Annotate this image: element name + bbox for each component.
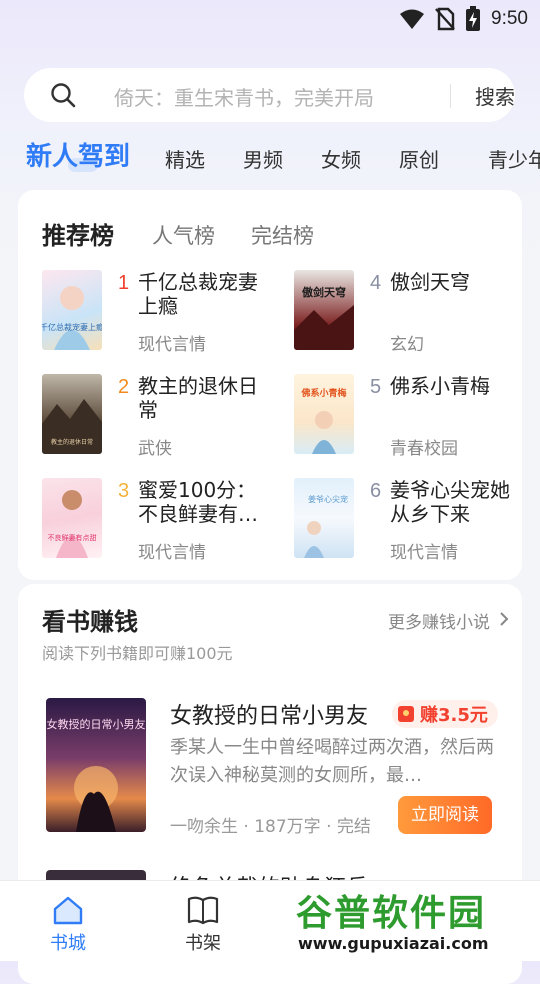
earn-title: 看书赚钱: [42, 608, 138, 636]
cover-title: 教主的退休日常: [51, 438, 93, 446]
book-title[interactable]: 千亿总裁宠妻上瘾: [138, 270, 274, 318]
ranking-book-item[interactable]: 傲剑天穹 4 傲剑天穹 玄幻: [294, 270, 534, 362]
featured-book-description: 季某人一生中曾经喝醉过两次酒，然后两次误入神秘莫测的女厕所，最…: [170, 737, 494, 786]
book-cover[interactable]: 教主的退休日常: [42, 374, 102, 454]
book-cover[interactable]: 姜爷心尖宠: [294, 478, 354, 558]
cover-title: 姜爷心尖宠: [308, 494, 348, 504]
nav-item-bookstore[interactable]: 书城: [28, 895, 108, 955]
book-cover[interactable]: 不良鲜妻有点甜: [42, 478, 102, 558]
book-genre: 武侠: [138, 439, 172, 459]
ranking-book-item[interactable]: 姜爷心尖宠 6 姜爷心尖宠她从乡下来 现代言情: [294, 478, 534, 570]
watermark: 谷普软件园 www.gupuxiazai.com: [296, 884, 540, 960]
book-title[interactable]: 佛系小青梅: [390, 374, 526, 398]
book-genre: 青春校园: [390, 439, 458, 459]
ranking-book-item[interactable]: 千亿总裁宠妻上瘾 1 千亿总裁宠妻上瘾 现代言情: [42, 270, 282, 362]
cover-art: 傲剑天穹: [294, 285, 354, 350]
status-bar: 9:50: [0, 0, 540, 36]
search-divider: [450, 84, 451, 108]
book-cover[interactable]: 千亿总裁宠妻上瘾: [42, 270, 102, 350]
book-title[interactable]: 教主的退休日常: [138, 374, 274, 422]
ranking-book-item[interactable]: 教主的退休日常 2 教主的退休日常 武侠: [42, 374, 282, 466]
featured-book-meta: 一吻余生 · 187万字 · 完结: [170, 817, 371, 837]
book-cover[interactable]: 傲剑天穹: [294, 270, 354, 350]
nav-label: 书架: [185, 933, 221, 954]
search-icon: [51, 83, 76, 108]
ranking-book-item[interactable]: 不良鲜妻有点甜 3 蜜爱100分：不良鲜妻有… 现代言情: [42, 478, 282, 570]
rank-number: 1: [118, 272, 130, 294]
battery-charging-icon: [466, 6, 481, 31]
cover-art: 千亿总裁宠妻上瘾: [42, 286, 102, 350]
watermark-url: www.gupuxiazai.com: [296, 934, 491, 953]
book-genre: 玄幻: [390, 335, 424, 355]
ranking-card: 推荐榜 人气榜 完结榜 千亿总裁宠妻上瘾 1 千亿总裁宠妻上瘾 现代言情 教主的…: [18, 190, 522, 580]
rank-number: 3: [118, 480, 130, 502]
ranking-tab-popular[interactable]: 人气榜: [152, 220, 215, 250]
reward-badge: 赚3.5元: [392, 700, 498, 728]
cover-art: 姜爷心尖宠: [304, 494, 348, 558]
cover-title: 千亿总裁宠妻上瘾: [42, 322, 102, 332]
bookshelf-icon: [187, 896, 219, 925]
search-input[interactable]: 倚天：重生宋青书，完美开局: [114, 82, 374, 111]
cover-art: 教主的退休日常: [42, 399, 102, 454]
rank-number: 5: [370, 376, 382, 398]
book-genre: 现代言情: [390, 543, 458, 563]
cover-title: 佛系小青梅: [300, 387, 346, 399]
rank-number: 2: [118, 376, 130, 398]
earn-subtitle: 阅读下列书籍即可赚100元: [42, 644, 233, 663]
tab-teen[interactable]: 青少年: [488, 144, 540, 173]
tab-female[interactable]: 女频: [321, 144, 361, 173]
nav-label: 书城: [50, 933, 86, 954]
search-box[interactable]: 倚天：重生宋青书，完美开局 搜索: [24, 68, 515, 122]
ranking-book-item[interactable]: 佛系小青梅 5 佛系小青梅 青春校园: [294, 374, 534, 466]
channel-tabs: 新人驾到 精选 男频 女频 原创 青少年: [0, 136, 540, 178]
tab-male[interactable]: 男频: [243, 144, 283, 173]
reward-amount: 赚3.5元: [420, 705, 488, 726]
nav-item-bookshelf[interactable]: 书架: [163, 895, 243, 955]
rank-number: 6: [370, 480, 382, 502]
cover-title: 傲剑天穹: [302, 285, 346, 299]
book-title[interactable]: 蜜爱100分：不良鲜妻有…: [138, 478, 274, 526]
cover-art: 女教授的日常小男友: [47, 717, 146, 832]
tab-original[interactable]: 原创: [399, 144, 439, 173]
book-cover[interactable]: 佛系小青梅: [294, 374, 354, 454]
book-title[interactable]: 傲剑天穹: [390, 270, 526, 294]
tab-newcomer[interactable]: 新人驾到: [26, 136, 130, 173]
cover-art: 佛系小青梅: [300, 387, 347, 454]
featured-book-cover[interactable]: 女教授的日常小男友: [46, 698, 146, 832]
wifi-icon: [400, 9, 425, 29]
book-title[interactable]: 姜爷心尖宠她从乡下来: [390, 478, 526, 526]
red-envelope-icon: [398, 706, 414, 722]
rank-number: 4: [370, 272, 382, 294]
read-now-button[interactable]: 立即阅读: [398, 796, 492, 834]
watermark-logo-text: 谷普软件园: [296, 893, 487, 934]
book-genre: 现代言情: [138, 335, 206, 355]
home-icon: [53, 896, 83, 925]
cover-art: 不良鲜妻有点甜: [48, 490, 97, 558]
cover-title: 女教授的日常小男友: [47, 717, 146, 731]
status-icons: 9:50: [399, 6, 528, 32]
book-genre: 现代言情: [138, 543, 206, 563]
cover-title: 不良鲜妻有点甜: [48, 533, 97, 542]
tab-featured[interactable]: 精选: [165, 144, 205, 173]
no-sim-icon: [435, 7, 455, 31]
ranking-tab-recommended[interactable]: 推荐榜: [42, 216, 114, 251]
ranking-tab-finished[interactable]: 完结榜: [251, 220, 314, 250]
more-earn-books-link[interactable]: 更多赚钱小说: [388, 608, 490, 633]
status-time: 9:50: [491, 8, 528, 29]
chevron-right-icon[interactable]: [498, 612, 510, 626]
search-button[interactable]: 搜索: [475, 81, 515, 110]
featured-book-title[interactable]: 女教授的日常小男友: [170, 698, 368, 730]
